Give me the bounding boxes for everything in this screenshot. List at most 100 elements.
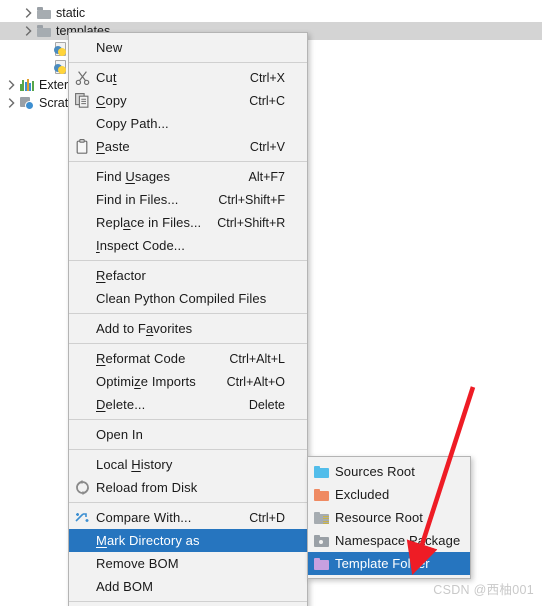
menu-separator [69, 419, 307, 420]
menu-item-label: Copy [96, 93, 127, 108]
menu-item-cut[interactable]: Cut Ctrl+X [69, 66, 307, 89]
submenu-arrow-icon [285, 536, 299, 545]
menu-item-refactor[interactable]: Refactor [69, 264, 307, 287]
tree-row[interactable]: static [0, 4, 542, 22]
menu-item-shortcut: Alt+F7 [248, 169, 285, 184]
libraries-icon [18, 76, 36, 94]
menu-item-shortcut: Ctrl+X [249, 70, 285, 85]
submenu-arrow-icon [285, 43, 299, 52]
menu-item-mark-directory-as[interactable]: Mark Directory as [69, 529, 307, 552]
folder-template-icon [313, 557, 329, 570]
menu-item-find-usages[interactable]: Find Usages Alt+F7 [69, 165, 307, 188]
menu-item-shortcut: Ctrl+V [249, 139, 285, 154]
menu-item-shortcut: Ctrl+Shift+F [218, 192, 285, 207]
submenu-item-label: Namespace Package [335, 533, 461, 548]
submenu-arrow-icon [285, 430, 299, 439]
menu-separator [69, 161, 307, 162]
menu-item-add-bom[interactable]: Add BOM [69, 575, 307, 598]
menu-item-label: Find in Files... [96, 192, 179, 207]
submenu-item-sources-root[interactable]: Sources Root [308, 460, 470, 483]
libraries-icon [20, 79, 34, 91]
menu-item-local-history[interactable]: Local History [69, 453, 307, 476]
menu-item-optimize-imports[interactable]: Optimize Imports Ctrl+Alt+O [69, 370, 307, 393]
folder-icon [37, 25, 51, 37]
project-context-menu[interactable]: New Cut Ctrl+X Copy Ctrl+C Copy Path... Paste C… [68, 32, 308, 606]
menu-item-label: Paste [96, 139, 130, 154]
folder-sources-icon [308, 465, 334, 478]
menu-item-shortcut: Ctrl+Shift+R [217, 215, 286, 230]
menu-item-label: Mark Directory as [96, 533, 200, 548]
menu-item-label: Cut [96, 70, 117, 85]
menu-separator [69, 62, 307, 63]
menu-item-label: Reload from Disk [96, 480, 198, 495]
menu-item-shortcut: Ctrl+C [249, 93, 285, 108]
folder-sources-icon [313, 465, 329, 478]
folder-excluded-icon [308, 488, 334, 501]
menu-item-copy-path[interactable]: Copy Path... [69, 112, 307, 135]
menu-item-replace-in-files[interactable]: Replace in Files... Ctrl+Shift+R [69, 211, 307, 234]
menu-item-delete[interactable]: Delete... Delete [69, 393, 307, 416]
scratches-icon [20, 96, 34, 110]
menu-item-label: Delete... [96, 397, 146, 412]
menu-item-label: Add to Favorites [96, 321, 193, 336]
submenu-item-label: Sources Root [335, 464, 415, 479]
clipboard-icon [69, 139, 95, 154]
menu-item-open-in[interactable]: Open In [69, 423, 307, 446]
python-file-icon [54, 42, 68, 56]
menu-item-label: Compare With... [96, 510, 192, 525]
folder-excluded-icon [313, 488, 329, 501]
menu-separator [69, 502, 307, 503]
submenu-item-label: Template Folder [335, 556, 430, 571]
menu-item-find-in-files[interactable]: Find in Files... Ctrl+Shift+F [69, 188, 307, 211]
folder-resource-icon [313, 511, 329, 524]
submenu-item-resource-root[interactable]: Resource Root [308, 506, 470, 529]
compare-icon [69, 510, 95, 525]
menu-item-label: Local History [96, 457, 173, 472]
chevron-right-icon[interactable] [4, 94, 18, 112]
folder-template-icon [308, 557, 334, 570]
menu-item-label: New [96, 40, 123, 55]
menu-item-copy[interactable]: Copy Ctrl+C [69, 89, 307, 112]
menu-separator [69, 260, 307, 261]
menu-item-shortcut: Ctrl+Alt+O [226, 374, 285, 389]
chevron-right-icon[interactable] [21, 22, 35, 40]
menu-separator [69, 601, 307, 602]
menu-item-label: Open In [96, 427, 143, 442]
menu-item-label: Optimize Imports [96, 374, 196, 389]
menu-item-compare-with[interactable]: Compare With... Ctrl+D [69, 506, 307, 529]
submenu-item-template-folder[interactable]: Template Folder [308, 552, 470, 575]
csdn-watermark: CSDN @西柚001 [433, 583, 534, 597]
tree-row-label: static [56, 6, 86, 20]
menu-item-add-to-favorites[interactable]: Add to Favorites [69, 317, 307, 340]
menu-item-reload-from-disk[interactable]: Reload from Disk [69, 476, 307, 499]
chevron-right-icon[interactable] [21, 4, 35, 22]
menu-item-reformat-code[interactable]: Reformat Code Ctrl+Alt+L [69, 347, 307, 370]
menu-item-label: Replace in Files... [96, 215, 202, 230]
menu-separator [69, 343, 307, 344]
scratches-icon [18, 94, 36, 112]
menu-item-new[interactable]: New [69, 36, 307, 59]
menu-separator [69, 313, 307, 314]
menu-item-inspect-code[interactable]: Inspect Code... [69, 234, 307, 257]
menu-item-label: Copy Path... [96, 116, 169, 131]
menu-item-remove-bom[interactable]: Remove BOM [69, 552, 307, 575]
mark-directory-as-submenu[interactable]: Sources Root Excluded Resource Root Namespa… [307, 456, 471, 579]
menu-item-label: Remove BOM [96, 556, 179, 571]
submenu-item-label: Resource Root [335, 510, 424, 525]
folder-icon [35, 22, 53, 40]
submenu-item-excluded[interactable]: Excluded [308, 483, 470, 506]
menu-item-label: Reformat Code [96, 351, 186, 366]
menu-item-paste[interactable]: Paste Ctrl+V [69, 135, 307, 158]
submenu-item-namespace-package[interactable]: Namespace Package [308, 529, 470, 552]
menu-separator [69, 449, 307, 450]
submenu-arrow-icon [285, 460, 299, 469]
menu-item-label: Find Usages [96, 169, 171, 184]
chevron-right-icon [38, 40, 52, 58]
submenu-arrow-icon [285, 324, 299, 333]
menu-item-label: Refactor [96, 268, 146, 283]
menu-item-clean-python-compiled-files[interactable]: Clean Python Compiled Files [69, 287, 307, 310]
submenu-arrow-icon [285, 271, 299, 280]
menu-item-shortcut: Ctrl+Alt+L [229, 351, 285, 366]
chevron-right-icon[interactable] [4, 76, 18, 94]
python-file-icon [54, 60, 68, 74]
